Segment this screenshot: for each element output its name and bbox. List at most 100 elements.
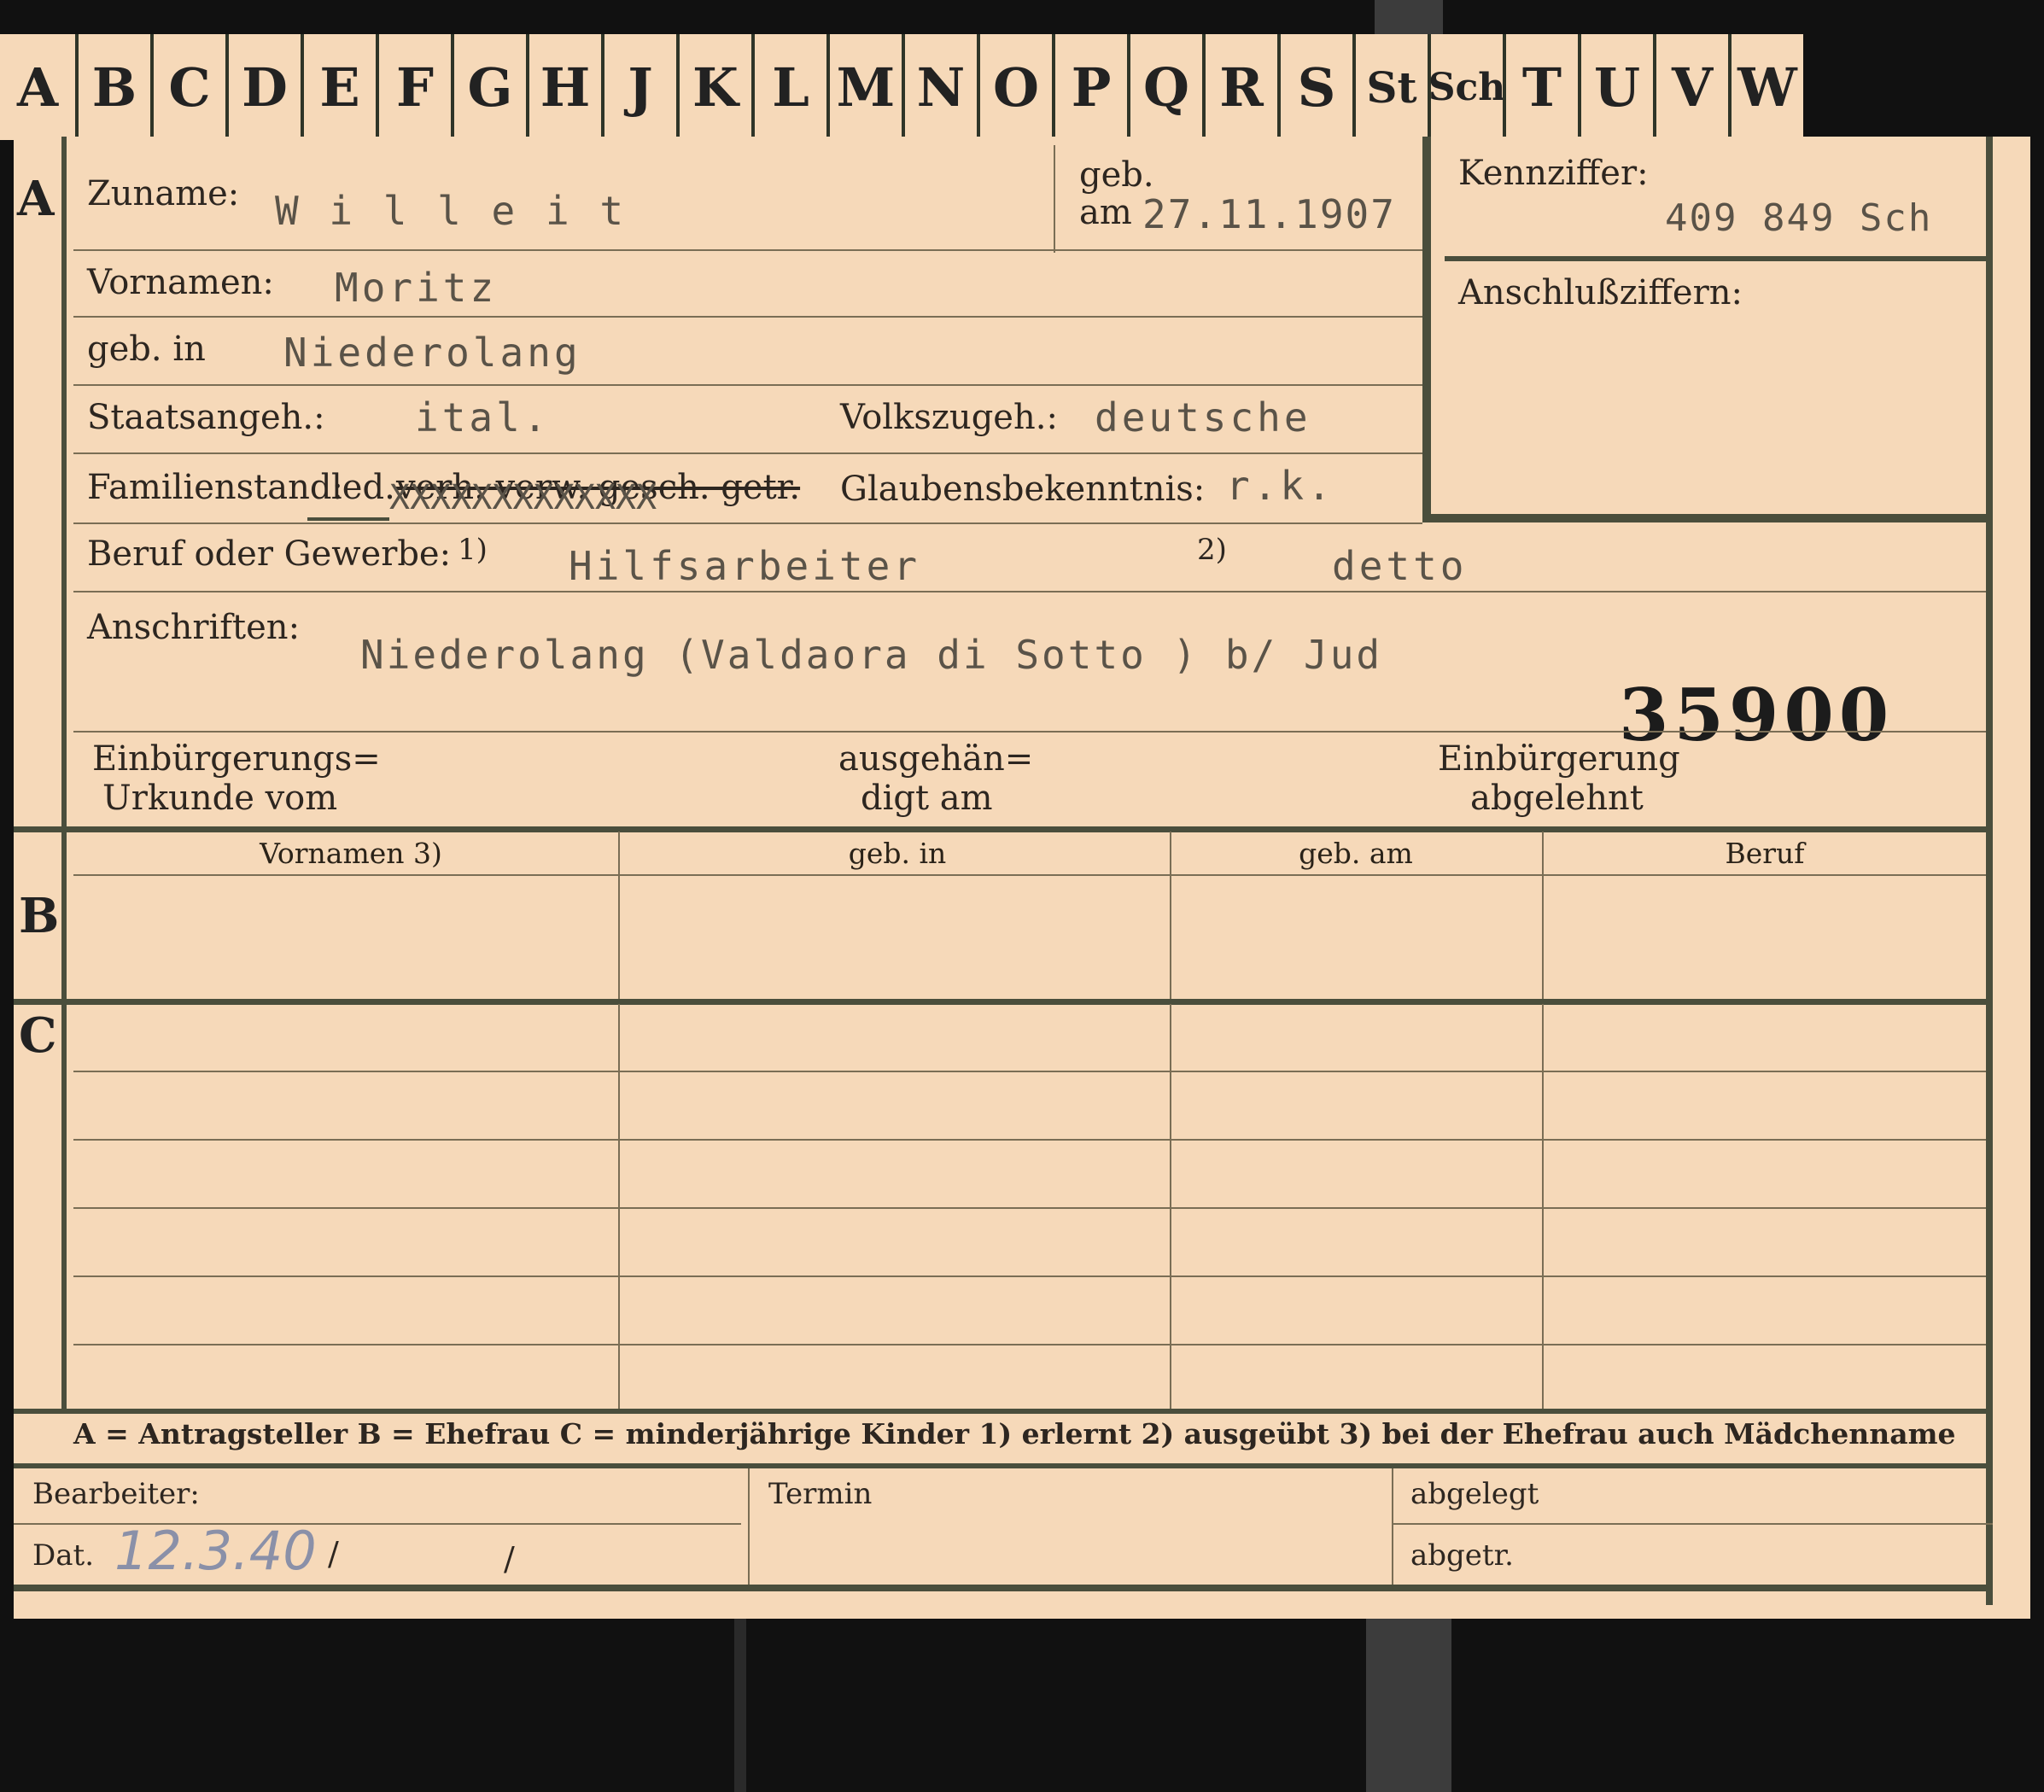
row-line xyxy=(73,452,1422,454)
zuname-label: Zuname: xyxy=(87,174,240,213)
zuname-value: W i l l e i t xyxy=(275,188,628,234)
col-separator xyxy=(1542,1004,1544,1410)
tab-letter: N xyxy=(902,34,977,140)
kennziffer-label: Kennziffer: xyxy=(1458,154,1649,193)
am-label: am xyxy=(1079,193,1132,232)
row-line xyxy=(1392,1523,1993,1525)
anschriften-label: Anschriften: xyxy=(87,608,301,647)
beruf-footnote-1: 1) xyxy=(458,533,488,567)
tab-letter: B xyxy=(75,34,150,140)
tab-letter: St xyxy=(1352,34,1428,140)
row-line xyxy=(73,1275,1986,1277)
einb-urkunde-line1: Einbürgerungs= xyxy=(92,739,381,779)
familien-label: Familienstand: xyxy=(87,468,343,507)
section-a-letter: A xyxy=(17,171,55,227)
dat-slash: / xyxy=(504,1540,515,1578)
col-separator xyxy=(1542,832,1544,999)
row-line xyxy=(73,874,1986,876)
tab-letter: Sch xyxy=(1428,34,1505,140)
col-separator xyxy=(618,832,620,999)
ausgeh-line2: digt am xyxy=(861,779,993,818)
row-line xyxy=(73,1139,1986,1141)
alphabet-tab-strip: A B C D E F G H J K L M N O P Q R S St S… xyxy=(0,34,1844,140)
margin-line xyxy=(61,137,67,1410)
staats-label: Staatsangeh.: xyxy=(87,398,325,437)
led-underline xyxy=(307,517,389,521)
divider xyxy=(1054,145,1055,253)
tab-letter: R xyxy=(1202,34,1277,140)
tab-letter: G xyxy=(451,34,526,140)
abgelegt-label: abgelegt xyxy=(1410,1477,1539,1511)
row-line xyxy=(73,1071,1986,1072)
tab-letter: P xyxy=(1052,34,1127,140)
row-line xyxy=(73,316,1422,318)
glauben-value: r.k. xyxy=(1226,463,1334,509)
geb-label: geb. xyxy=(1079,155,1154,195)
row-line xyxy=(73,1344,1986,1345)
staats-value: ital. xyxy=(415,394,551,441)
legend-border xyxy=(14,1409,1993,1414)
beruf-value-2: detto xyxy=(1332,543,1468,589)
tab-letter: O xyxy=(977,34,1052,140)
col-head-geb-am: geb. am xyxy=(1299,837,1413,870)
geb-in-value: Niederolang xyxy=(283,330,581,376)
tab-letter: D xyxy=(225,34,301,140)
col-head-geb-in: geb. in xyxy=(848,837,947,870)
kennziffer-value: 409 849 Sch xyxy=(1665,196,1933,240)
tab-letter: J xyxy=(601,34,676,140)
termin-label: Termin xyxy=(768,1477,873,1511)
tab-letter: F xyxy=(376,34,451,140)
section-divider xyxy=(14,826,1993,832)
volks-value: deutsche xyxy=(1095,394,1311,441)
tab-letter: L xyxy=(751,34,826,140)
col-head-beruf: Beruf xyxy=(1725,837,1805,870)
tab-letter: E xyxy=(301,34,376,140)
dat-slash: / xyxy=(328,1535,339,1573)
vornamen-value: Moritz xyxy=(335,265,498,311)
section-b-letter: B xyxy=(19,888,60,944)
col-separator xyxy=(1170,1004,1171,1410)
anschriften-value: Niederolang (Valdaora di Sotto ) b/ Jud xyxy=(360,632,1383,678)
tab-letter: U xyxy=(1578,34,1653,140)
volks-label: Volkszugeh.: xyxy=(840,398,1058,437)
kennziffer-underline xyxy=(1445,256,1986,261)
row-line xyxy=(73,591,1986,592)
kennziffer-box-border xyxy=(1422,137,1431,522)
row-line xyxy=(73,384,1422,386)
tab-letter: H xyxy=(526,34,601,140)
tab-letter: S xyxy=(1277,34,1352,140)
dat-value-handwritten: 12.3.40 xyxy=(114,1520,317,1582)
bearbeiter-label: Bearbeiter: xyxy=(32,1477,200,1511)
einb-abgelehnt-line1: Einbürgerung xyxy=(1438,739,1680,779)
dat-label: Dat. xyxy=(32,1538,95,1573)
familien-led: led. xyxy=(331,468,395,507)
birth-date: 27.11.1907 xyxy=(1142,191,1396,237)
tab-letter: Q xyxy=(1127,34,1202,140)
beruf-value-1: Hilfsarbeiter xyxy=(569,543,921,589)
row-line xyxy=(73,249,1422,251)
tab-letter: V xyxy=(1653,34,1728,140)
section-divider xyxy=(14,999,1993,1005)
row-line xyxy=(73,1207,1986,1209)
tab-letter: W xyxy=(1728,34,1803,140)
scanner-bar xyxy=(1366,1619,1451,1792)
abgetr-label: abgetr. xyxy=(1410,1538,1514,1573)
tab-letter: A xyxy=(0,34,75,140)
col-separator xyxy=(618,1004,620,1410)
glauben-label: Glaubensbekenntnis: xyxy=(840,470,1206,509)
kennziffer-box-border xyxy=(1422,514,1993,522)
section-c-letter: C xyxy=(19,1007,57,1064)
col-separator xyxy=(1392,1468,1393,1588)
beruf-label: Beruf oder Gewerbe: xyxy=(87,534,452,574)
einb-abgelehnt-line2: abgelehnt xyxy=(1470,779,1644,818)
einb-urkunde-line2: Urkunde vom xyxy=(102,779,338,818)
tab-letter: T xyxy=(1503,34,1578,140)
registration-card: A Zuname: W i l l e i t geb. am 27.11.19… xyxy=(14,137,2030,1619)
vornamen-label: Vornamen: xyxy=(87,263,274,302)
beruf-footnote-2: 2) xyxy=(1197,533,1227,567)
card-border xyxy=(1986,137,1993,1605)
card-bottom-border xyxy=(14,1585,1993,1591)
tab-letter: C xyxy=(150,34,225,140)
legend-text: A = Antragsteller B = Ehefrau C = minder… xyxy=(73,1417,1956,1451)
scanner-bar xyxy=(734,1619,746,1792)
